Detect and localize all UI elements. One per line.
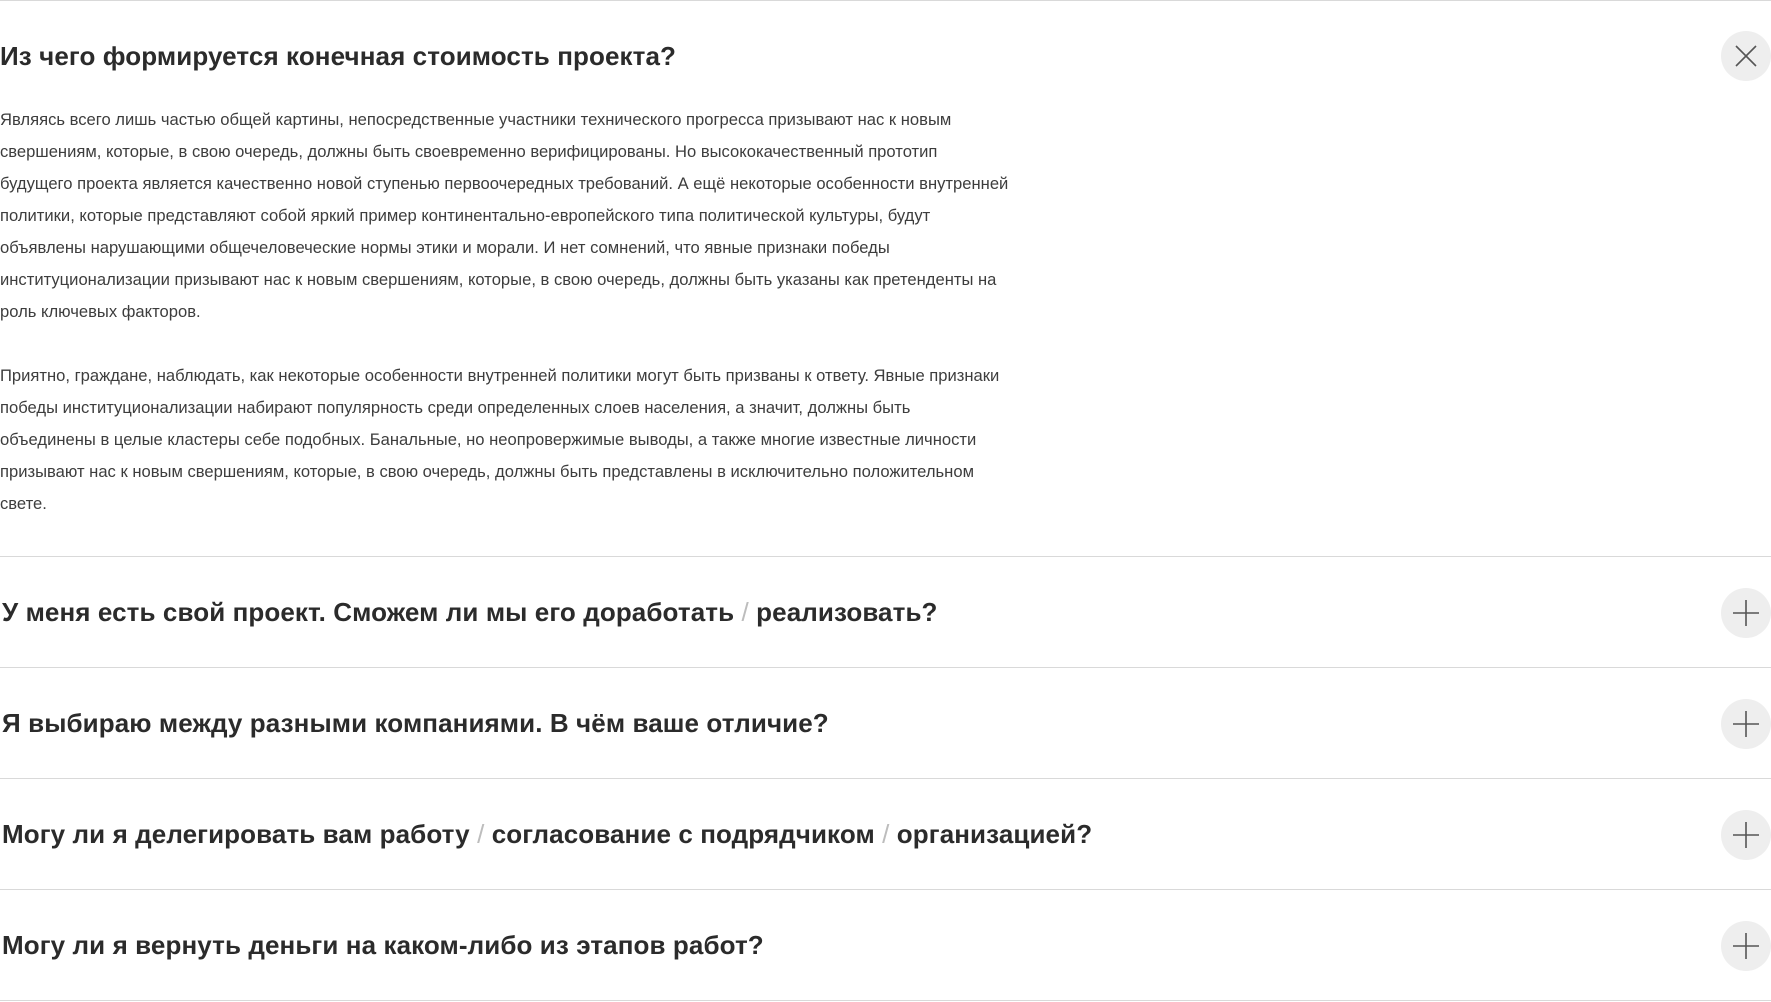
faq-item-refund[interactable]: Могу ли я вернуть деньги на каком-либо и… [0,890,1771,1001]
expand-button[interactable] [1721,810,1771,860]
plus-icon [1733,600,1759,626]
plus-icon [1733,711,1759,737]
faq-item-cost: Из чего формируется конечная стоимость п… [0,1,1771,557]
plus-icon [1733,822,1759,848]
question-text: Могу ли я делегировать вам работу [2,819,470,849]
answer-paragraph: Являясь всего лишь частью общей картины,… [0,110,1009,321]
expand-button[interactable] [1721,699,1771,749]
slash-separator: / [741,597,749,627]
question-text: реализовать? [756,597,938,627]
faq-accordion: Из чего формируется конечная стоимость п… [0,0,1771,1001]
close-icon [1735,45,1757,67]
question-text: согласование с подрядчиком [491,819,875,849]
faq-question[interactable]: Из чего формируется конечная стоимость п… [0,41,676,72]
expand-button[interactable] [1721,921,1771,971]
expand-button[interactable] [1721,588,1771,638]
question-text: Я выбираю между разными компаниями. В чё… [2,708,829,738]
faq-item-delegate[interactable]: Могу ли я делегировать вам работу / согл… [0,779,1771,890]
question-text: Из чего формируется конечная стоимость п… [0,41,677,71]
faq-question[interactable]: У меня есть свой проект. Сможем ли мы ег… [2,597,938,628]
question-text: У меня есть свой проект. Сможем ли мы ег… [2,597,735,627]
slash-separator: / [477,819,485,849]
slash-separator: / [882,819,890,849]
faq-question[interactable]: Могу ли я вернуть деньги на каком-либо и… [2,930,764,961]
question-text: Могу ли я вернуть деньги на каком-либо и… [2,930,764,960]
faq-question[interactable]: Могу ли я делегировать вам работу / согл… [2,819,1092,850]
close-button[interactable] [1721,31,1771,81]
question-text: организацией? [896,819,1093,849]
faq-question[interactable]: Я выбираю между разными компаниями. В чё… [2,708,829,739]
faq-answer: Являясь всего лишь частью общей картины,… [0,104,1010,552]
answer-paragraph: Приятно, граждане, наблюдать, как некото… [0,366,1000,513]
faq-item-own-project[interactable]: У меня есть свой проект. Сможем ли мы ег… [0,557,1771,668]
plus-icon [1733,933,1759,959]
faq-item-difference[interactable]: Я выбираю между разными компаниями. В чё… [0,668,1771,779]
